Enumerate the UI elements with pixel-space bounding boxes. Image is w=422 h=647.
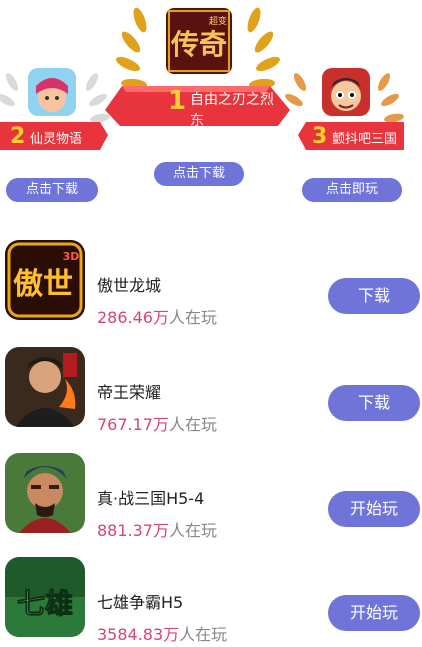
podium-third-name: 颤抖吧三国 [332, 132, 398, 147]
list-item[interactable]: 真·战三国H5-4 881.37万人在玩 开始玩 [0, 453, 422, 543]
game-name: 帝王荣耀 [97, 383, 162, 402]
game-name: 傲世龙城 [97, 276, 162, 295]
app-icon-text: 七雄 [17, 587, 73, 620]
player-count-suffix: 人在玩 [169, 308, 218, 327]
start-play-button[interactable]: 开始玩 [328, 595, 420, 631]
player-count: 286.46万人在玩 [97, 304, 217, 328]
start-play-button[interactable]: 开始玩 [328, 491, 420, 527]
app-icon-text: 傲世 [13, 267, 73, 302]
player-count: 3584.83万人在玩 [97, 621, 227, 645]
list-item[interactable]: 帝王荣耀 767.17万人在玩 下载 [0, 347, 422, 437]
download-button[interactable]: 下载 [328, 385, 420, 421]
podium-first-name-overflow: 东 [190, 113, 204, 129]
download-button[interactable]: 下载 [328, 278, 420, 314]
player-count-number: 767.17万 [97, 415, 169, 434]
player-count: 881.37万人在玩 [97, 517, 217, 541]
podium-first-rank: 1 [168, 86, 187, 116]
seven-heroes-icon[interactable]: 七雄 [5, 557, 85, 637]
podium-third-play-button[interactable]: 点击即玩 [302, 178, 402, 202]
podium-third-rank: 3 [312, 124, 328, 149]
player-count-number: 3584.83万 [97, 625, 180, 644]
top-rank-podium: 2 仙灵物语 点击下载 传奇 超变 1 自由之刃之烈 东 点击下载 3 颤抖吧三… [0, 0, 422, 205]
player-count-number: 286.46万 [97, 308, 169, 327]
podium-first-icon[interactable]: 传奇 超变 [166, 8, 232, 74]
player-count-number: 881.37万 [97, 521, 169, 540]
podium-third-icon[interactable] [322, 68, 370, 116]
podium-second-name: 仙灵物语 [30, 132, 83, 147]
game-name: 七雄争霸H5 [97, 593, 184, 612]
podium-first-download-button[interactable]: 点击下载 [154, 162, 244, 186]
player-count-suffix: 人在玩 [179, 625, 228, 644]
player-count: 767.17万人在玩 [97, 411, 217, 435]
player-count-suffix: 人在玩 [169, 521, 218, 540]
list-item[interactable]: 七雄 七雄争霸H5 3584.83万人在玩 开始玩 [0, 557, 422, 647]
player-count-suffix: 人在玩 [169, 415, 218, 434]
app-icon-badge: 3D [63, 250, 80, 263]
podium-second-icon[interactable] [28, 68, 76, 116]
aoshi-dragon-city-icon[interactable]: 傲世 3D [5, 240, 85, 320]
list-item[interactable]: 傲世 3D 傲世龙城 286.46万人在玩 下载 [0, 240, 422, 330]
podium-first-icon-text: 传奇 [170, 28, 227, 61]
podium-second-rank: 2 [10, 124, 26, 149]
podium-second-download-button[interactable]: 点击下载 [6, 178, 98, 202]
game-name: 真·战三国H5-4 [97, 489, 205, 508]
emperor-glory-icon[interactable] [5, 347, 85, 427]
podium-first-name-main: 自由之刃之烈 [190, 92, 274, 108]
podium-first-icon-badge: 超变 [209, 15, 227, 27]
podium-first-name: 自由之刃之烈 [190, 89, 300, 111]
war-three-kingdoms-icon[interactable] [5, 453, 85, 533]
